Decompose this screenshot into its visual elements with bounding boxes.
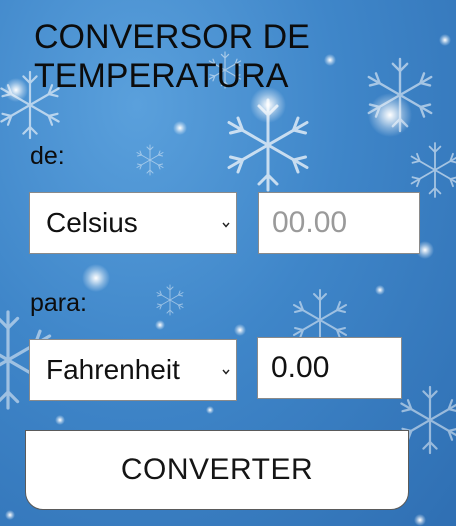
to-value-text: 0.00 — [271, 351, 330, 384]
to-value-output[interactable]: 0.00 — [257, 337, 402, 399]
from-value-input[interactable]: 00.00 — [258, 192, 420, 254]
to-unit-value: Fahrenheit — [46, 354, 180, 385]
chevron-down-icon — [222, 369, 230, 375]
from-value-placeholder: 00.00 — [272, 206, 348, 239]
from-unit-select[interactable]: Celsius — [29, 192, 237, 254]
from-unit-value: Celsius — [46, 207, 138, 238]
page-title: CONVERSOR DE TEMPERATURA — [34, 18, 310, 95]
to-unit-select[interactable]: Fahrenheit — [29, 339, 237, 401]
to-label: para: — [30, 289, 87, 317]
convert-button[interactable]: CONVERTER — [25, 430, 409, 510]
from-label: de: — [30, 142, 65, 170]
chevron-down-icon — [222, 222, 230, 228]
